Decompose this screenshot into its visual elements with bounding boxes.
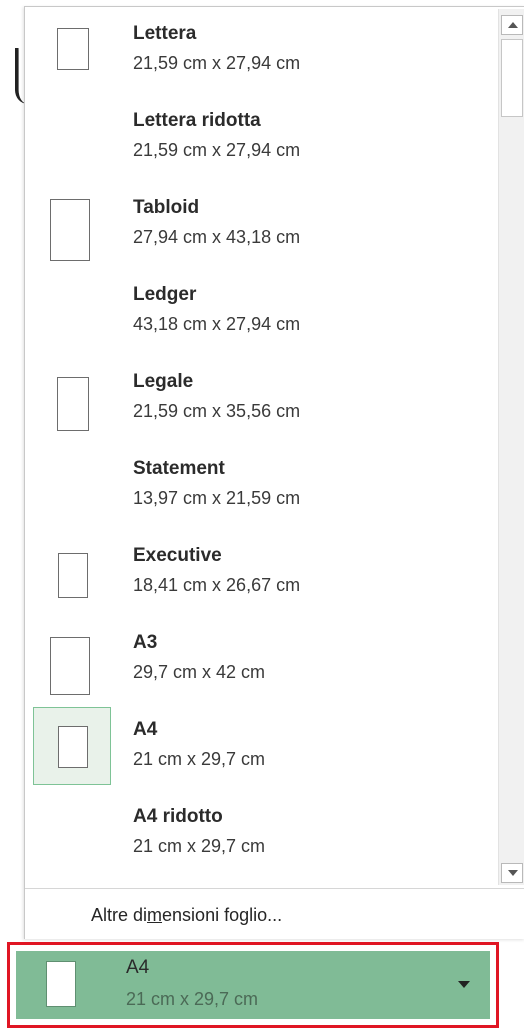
thumbnail-frame	[33, 11, 111, 89]
paper-size-dimensions: 13,97 cm x 21,59 cm	[133, 488, 301, 508]
more-sizes-accelerator: m	[147, 905, 163, 925]
chevron-down-icon	[458, 981, 470, 988]
thumbnail-frame	[33, 185, 111, 263]
paper-size-name: A3	[133, 632, 158, 653]
more-paper-sizes-link[interactable]: Altre dimensioni foglio...	[91, 905, 282, 926]
paper-size-name: Ledger	[133, 284, 197, 305]
arrow-up-icon	[508, 22, 518, 28]
page-thumbnail-icon	[57, 377, 89, 431]
page-thumbnail-icon	[58, 553, 88, 598]
page-thumbnail-icon	[50, 637, 90, 695]
paper-size-dropdown-panel: Lettera 21,59 cm x 27,94 cm Lettera rido…	[24, 6, 524, 939]
paper-size-dimensions: 29,7 cm x 42 cm	[133, 662, 266, 682]
paper-size-name: Lettera	[133, 23, 197, 44]
current-paper-size-dimensions: 21 cm x 29,7 cm	[126, 989, 259, 1009]
paper-size-item-lettera[interactable]: Lettera 21,59 cm x 27,94 cm	[25, 7, 493, 94]
thumbnail-frame	[33, 533, 111, 611]
paper-size-dimensions: 43,18 cm x 27,94 cm	[133, 314, 301, 334]
arrow-down-icon	[508, 870, 518, 876]
paper-size-item-a4-ridotto[interactable]: A4 ridotto 21 cm x 29,7 cm	[25, 790, 493, 877]
vertical-scrollbar[interactable]	[498, 9, 524, 885]
more-sizes-text-start: Altre di	[91, 905, 148, 925]
paper-size-name: Statement	[133, 458, 225, 479]
paper-size-item-lettera-ridotta[interactable]: Lettera ridotta 21,59 cm x 27,94 cm	[25, 94, 493, 181]
paper-size-name: A4 ridotto	[133, 806, 223, 827]
paper-size-item-a3[interactable]: A3 29,7 cm x 42 cm	[25, 616, 493, 703]
paper-size-name: Legale	[133, 371, 194, 392]
page-thumbnail-icon	[58, 726, 88, 768]
page-thumbnail-icon	[57, 28, 89, 70]
page-thumbnail-icon	[50, 199, 90, 261]
paper-size-item-ledger[interactable]: Ledger 43,18 cm x 27,94 cm	[25, 268, 493, 355]
paper-size-dimensions: 21,59 cm x 27,94 cm	[133, 53, 301, 73]
paper-size-item-statement[interactable]: Statement 13,97 cm x 21,59 cm	[25, 442, 493, 529]
page-thumbnail-icon	[46, 961, 76, 1007]
paper-size-name: A4	[133, 719, 158, 740]
paper-size-dimensions: 27,94 cm x 43,18 cm	[133, 227, 301, 247]
thumbnail-frame	[33, 620, 111, 698]
more-sizes-text-end: ensioni foglio...	[162, 905, 283, 925]
paper-size-item-tabloid[interactable]: Tabloid 27,94 cm x 43,18 cm	[25, 181, 493, 268]
paper-size-dimensions: 21 cm x 29,7 cm	[133, 749, 266, 769]
paper-size-name: Tabloid	[133, 197, 200, 218]
scrollbar-thumb[interactable]	[501, 39, 523, 117]
paper-size-name: Lettera ridotta	[133, 110, 261, 131]
menu-separator	[25, 888, 524, 889]
current-paper-size-dropdown-highlight[interactable]: A4 21 cm x 29,7 cm	[7, 942, 499, 1028]
paper-size-dimensions: 21,59 cm x 35,56 cm	[133, 401, 301, 421]
paper-size-item-legale[interactable]: Legale 21,59 cm x 35,56 cm	[25, 355, 493, 442]
thumbnail-frame	[33, 707, 111, 785]
paper-size-list: Lettera 21,59 cm x 27,94 cm Lettera rido…	[25, 7, 493, 877]
paper-size-item-a4-selected[interactable]: A4 21 cm x 29,7 cm	[25, 703, 493, 790]
paper-size-dimensions: 21,59 cm x 27,94 cm	[133, 140, 301, 160]
paper-size-name: Executive	[133, 545, 222, 566]
thumbnail-frame	[33, 359, 111, 437]
paper-size-dimensions: 18,41 cm x 26,67 cm	[133, 575, 301, 595]
paper-size-dimensions: 21 cm x 29,7 cm	[133, 836, 266, 856]
current-paper-size-name: A4	[126, 957, 150, 978]
current-paper-size-button[interactable]: A4 21 cm x 29,7 cm	[16, 951, 490, 1019]
paper-size-item-executive[interactable]: Executive 18,41 cm x 26,67 cm	[25, 529, 493, 616]
scroll-up-button[interactable]	[501, 15, 523, 35]
scroll-down-button[interactable]	[501, 863, 523, 883]
